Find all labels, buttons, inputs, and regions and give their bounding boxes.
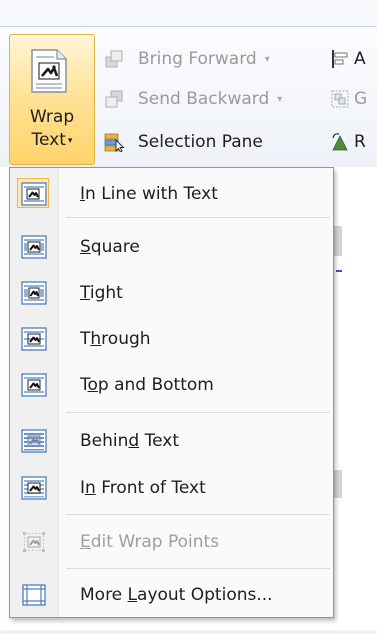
- menu-item-square[interactable]: Square: [11, 227, 333, 267]
- send-backward-button[interactable]: Send Backward ▾: [104, 86, 329, 112]
- rotate-icon: [332, 133, 348, 151]
- menu-item-label: In Line with Text: [80, 184, 218, 204]
- document-background: [0, 630, 377, 634]
- menu-item-behind-text[interactable]: Behind Text: [11, 421, 333, 461]
- bring-forward-icon: [105, 50, 123, 68]
- bring-forward-button[interactable]: Bring Forward ▾: [104, 46, 324, 72]
- menu-item-through[interactable]: Through: [11, 319, 333, 359]
- square-wrap-icon: [21, 235, 47, 259]
- in-line-with-text-icon: [21, 182, 47, 206]
- ribbon-tab-strip: [0, 0, 377, 26]
- menu-item-tight[interactable]: Tight: [11, 273, 333, 313]
- menu-item-label: Tight: [80, 283, 123, 303]
- send-backward-icon: [105, 90, 123, 108]
- behind-text-icon: [21, 429, 47, 453]
- document-background: [334, 470, 342, 498]
- group-icon: [331, 90, 349, 108]
- menu-item-label: Edit Wrap Points: [80, 532, 220, 552]
- rotate-button[interactable]: R: [330, 129, 377, 155]
- menu-separator: [66, 514, 330, 515]
- menu-separator: [66, 412, 330, 413]
- send-backward-label: Send Backward: [138, 89, 270, 109]
- menu-item-in-front-of-text[interactable]: In Front of Text: [11, 468, 333, 508]
- menu-item-label: More Layout Options...: [80, 585, 273, 605]
- in-front-of-text-icon: [21, 476, 47, 500]
- menu-item-label: Square: [80, 237, 140, 257]
- edit-wrap-points-icon: [23, 532, 45, 552]
- group-label: G: [354, 89, 368, 109]
- selection-pane-label: Selection Pane: [138, 132, 263, 152]
- chevron-down-icon: ▾: [264, 54, 270, 65]
- menu-item-edit-wrap-points[interactable]: Edit Wrap Points: [11, 522, 333, 562]
- document-background: [334, 226, 342, 256]
- menu-item-label: Top and Bottom: [80, 375, 214, 395]
- align-button[interactable]: A: [330, 46, 377, 72]
- selection-pane-button[interactable]: Selection Pane: [104, 129, 304, 155]
- wrap-text-label: Wrap: [29, 107, 75, 127]
- align-label: A: [354, 49, 366, 69]
- more-layout-options-icon: [22, 584, 46, 606]
- chevron-down-icon: ▾: [67, 136, 73, 146]
- top-and-bottom-icon: [21, 373, 47, 397]
- wrap-text-button[interactable]: Wrap Text ▾: [9, 34, 95, 165]
- menu-item-label: Through: [80, 329, 151, 349]
- menu-item-label: Behind Text: [80, 431, 179, 451]
- menu-item-more-layout-options[interactable]: More Layout Options...: [11, 575, 333, 615]
- wrap-text-icon: [31, 49, 67, 93]
- tight-wrap-icon: [21, 281, 47, 305]
- menu-item-top-and-bottom[interactable]: Top and Bottom: [11, 365, 333, 405]
- menu-separator: [66, 568, 330, 569]
- bring-forward-label: Bring Forward: [138, 49, 257, 69]
- menu-item-in-line-with-text[interactable]: In Line with Text: [11, 174, 333, 214]
- chevron-down-icon: ▾: [277, 94, 283, 105]
- wrap-text-label-2: Text ▾: [31, 130, 73, 150]
- align-icon: [332, 50, 348, 68]
- through-wrap-icon: [21, 327, 47, 351]
- group-button[interactable]: G: [330, 86, 377, 112]
- selection-pane-icon: [104, 133, 125, 152]
- menu-item-label: In Front of Text: [80, 478, 206, 498]
- menu-separator: [66, 217, 330, 218]
- wrap-text-menu: In Line with Text Square Tight Through T…: [9, 167, 334, 618]
- rotate-label: R: [354, 132, 366, 152]
- document-background: [336, 270, 342, 272]
